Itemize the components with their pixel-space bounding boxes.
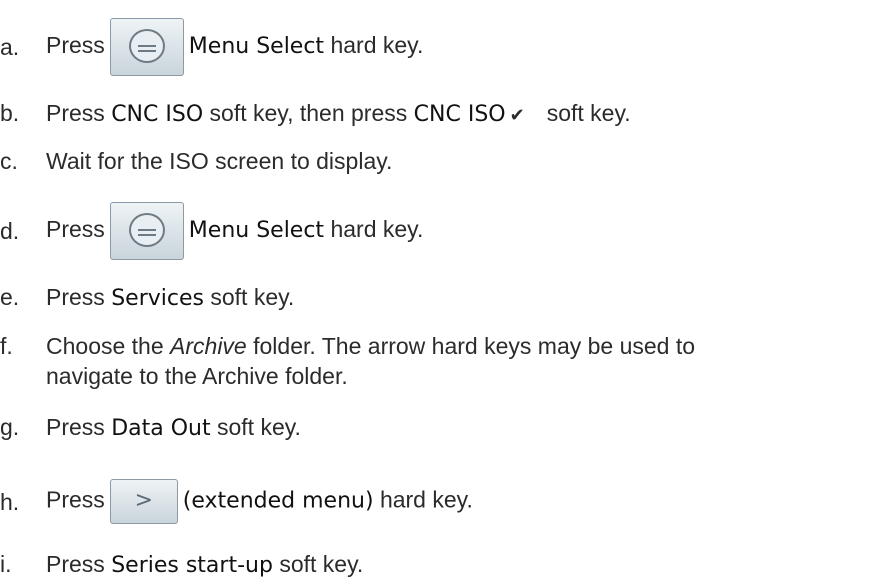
step-text: soft key.	[546, 100, 631, 126]
step-text: Press	[46, 486, 105, 513]
step-text: Choose the	[46, 333, 164, 359]
step-text: soft key.	[217, 414, 301, 440]
step-letter: c.	[0, 148, 18, 174]
step-text: hard key.	[330, 216, 424, 243]
step-text: Press	[46, 32, 105, 59]
step-text: soft key, then press	[209, 100, 408, 126]
step-letter: a.	[0, 34, 20, 60]
folder-name: Archive	[170, 333, 247, 359]
extended-menu-key-icon: >	[109, 479, 178, 524]
key-name: Series start-up	[111, 553, 273, 578]
step-text: Wait for the ISO screen to display.	[46, 148, 393, 174]
step-text: hard key.	[330, 32, 424, 59]
key-name: Menu Select	[188, 34, 325, 60]
step-text: Press	[46, 100, 105, 126]
step-text: Press	[46, 551, 105, 577]
step-letter: i.	[0, 551, 12, 577]
key-name: Data Out	[111, 416, 211, 441]
step-letter: f.	[0, 333, 13, 359]
key-name: (extended menu)	[182, 488, 374, 514]
key-name: Menu Select	[188, 218, 325, 244]
step-text: Press	[46, 284, 105, 310]
step-text: soft key.	[279, 551, 364, 577]
step-letter: d.	[0, 218, 20, 244]
key-name: CNC ISO	[413, 102, 506, 127]
step-text: navigate to the Archive folder.	[46, 363, 348, 389]
key-name: Services	[111, 286, 204, 311]
step-letter: g.	[0, 414, 20, 440]
menu-select-key-icon	[109, 202, 184, 260]
step-letter: e.	[0, 284, 20, 310]
step-letter: b.	[0, 100, 20, 126]
step-text: soft key.	[210, 284, 295, 310]
step-text: hard key.	[379, 486, 473, 513]
checkmark-icon: ✔	[509, 105, 525, 126]
menu-select-key-icon	[109, 18, 184, 76]
step-letter: h.	[0, 489, 20, 515]
step-text: Press	[46, 216, 105, 243]
key-name: CNC ISO	[111, 102, 204, 127]
step-text: Press	[46, 414, 105, 440]
step-text: folder. The arrow hard keys may be used …	[253, 333, 696, 359]
